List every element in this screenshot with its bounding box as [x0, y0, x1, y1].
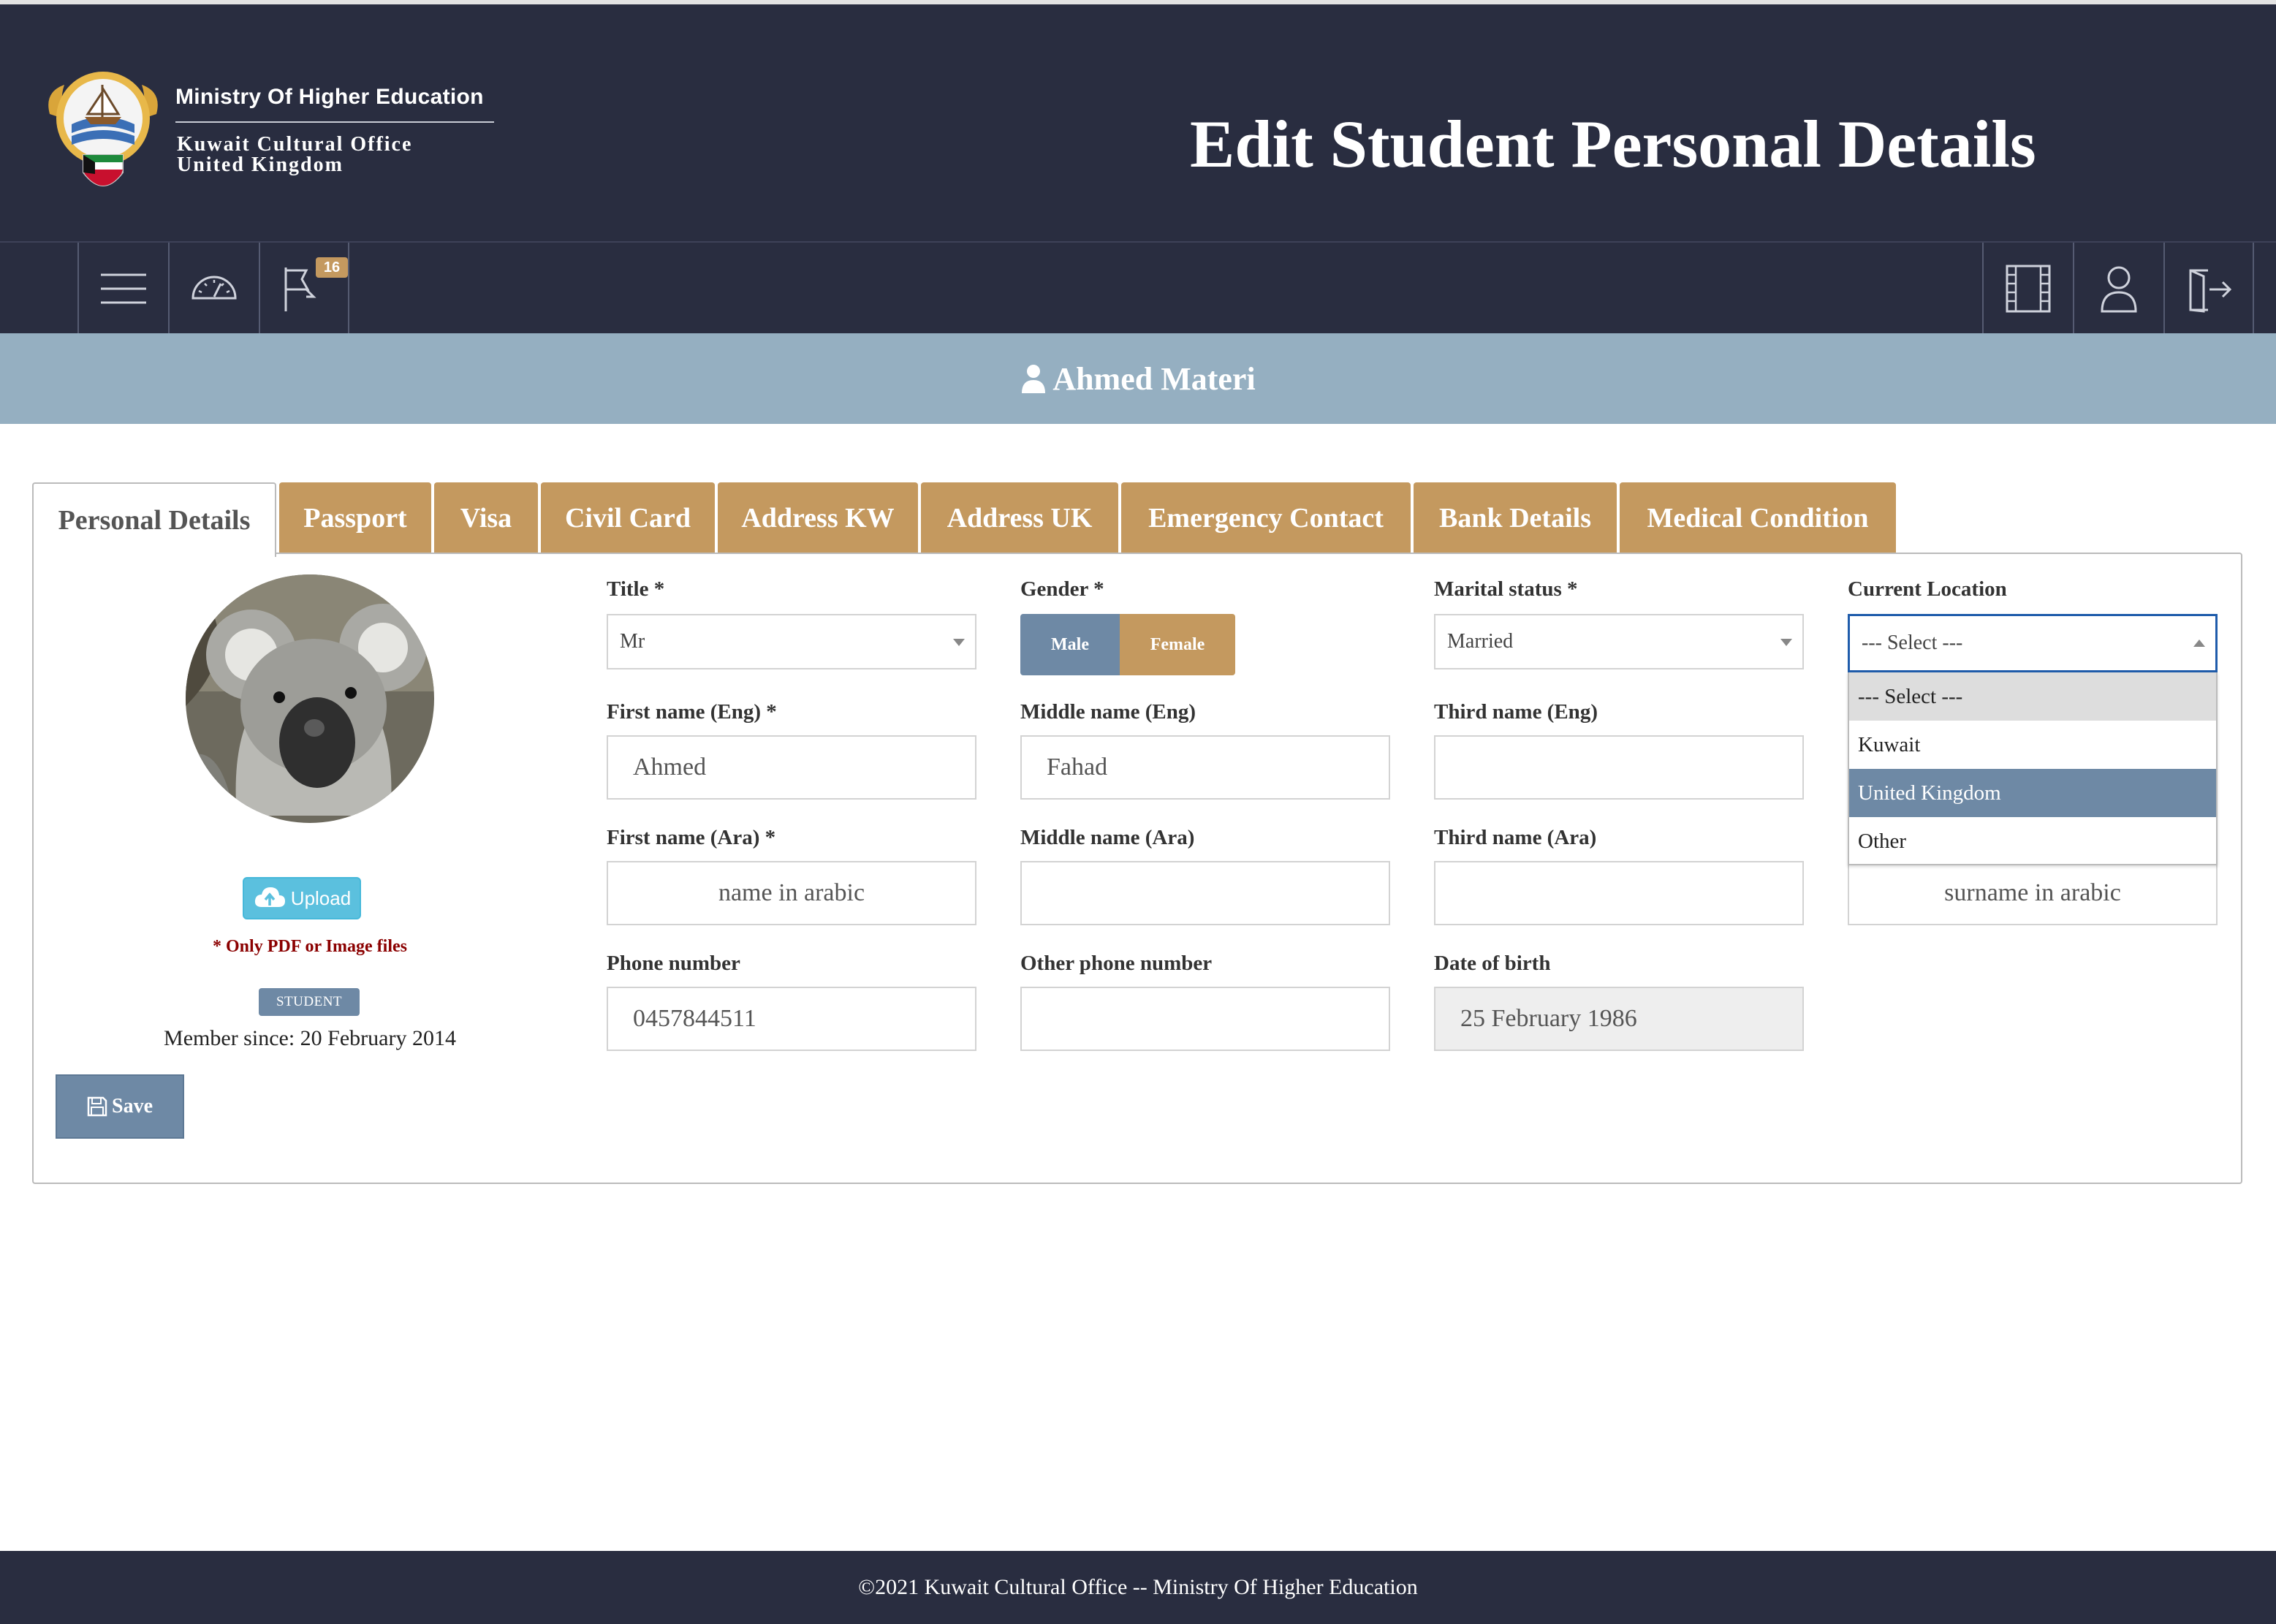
role-badge: STUDENT	[259, 988, 360, 1016]
third-name-ara-label: Third name (Ara)	[1434, 826, 1597, 849]
tab-emergency-contact[interactable]: Emergency Contact	[1121, 482, 1411, 554]
logout-button[interactable]	[2163, 243, 2254, 335]
tab-civil-card[interactable]: Civil Card	[541, 482, 715, 554]
ministry-name: Ministry Of Higher Education	[175, 85, 484, 109]
gender-toggle: Male Female	[1020, 614, 1235, 675]
student-name: Ahmed Materi	[1052, 360, 1256, 397]
toolbar	[0, 241, 2276, 335]
caret-up-icon	[2193, 640, 2205, 647]
koala-photo	[186, 574, 434, 823]
middle-name-eng-label: Middle name (Eng)	[1020, 700, 1196, 724]
marital-status-value: Married	[1447, 630, 1514, 653]
film-icon	[2006, 265, 2051, 313]
other-phone-label: Other phone number	[1020, 952, 1213, 975]
cloud-upload-icon	[254, 887, 285, 907]
tab-address-kw[interactable]: Address KW	[718, 482, 918, 554]
location-option-select[interactable]: --- Select ---	[1849, 672, 2216, 721]
phone-number-input[interactable]: 0457844511	[607, 987, 976, 1051]
title-select[interactable]: Mr	[607, 614, 976, 669]
kuwait-emblem-logo	[48, 72, 158, 186]
dashboard-gauge-icon	[191, 276, 237, 300]
tab-passport[interactable]: Passport	[279, 482, 431, 554]
marital-status-select[interactable]: Married	[1434, 614, 1804, 669]
tab-medical-condition[interactable]: Medical Condition	[1620, 482, 1896, 554]
dashboard-button[interactable]	[168, 243, 259, 335]
gender-male-button[interactable]: Male	[1020, 614, 1120, 675]
gender-label: Gender *	[1020, 577, 1104, 601]
menu-icon	[101, 273, 146, 304]
location-option-kuwait[interactable]: Kuwait	[1849, 721, 2216, 769]
footer-copyright: ©2021 Kuwait Cultural Office -- Ministry…	[858, 1575, 1418, 1599]
first-name-ara-input[interactable]: name in arabic	[607, 861, 976, 925]
office-name: Kuwait Cultural Office United Kingdom	[177, 134, 412, 175]
logout-icon	[2189, 269, 2232, 313]
notification-count-badge: 16	[316, 257, 348, 278]
current-location-select[interactable]: --- Select ---	[1848, 614, 2218, 672]
profile-button[interactable]	[2073, 243, 2163, 335]
tab-address-uk[interactable]: Address UK	[921, 482, 1118, 554]
third-name-eng-label: Third name (Eng)	[1434, 700, 1598, 724]
first-name-eng-label: First name (Eng) *	[607, 700, 777, 724]
location-option-united-kingdom[interactable]: United Kingdom	[1849, 769, 2216, 817]
middle-name-ara-label: Middle name (Ara)	[1020, 826, 1195, 849]
third-name-eng-input[interactable]	[1434, 735, 1804, 800]
date-of-birth-label: Date of birth	[1434, 952, 1551, 975]
page-footer: ©2021 Kuwait Cultural Office -- Ministry…	[0, 1551, 2276, 1624]
surname-ara-input[interactable]: surname in arabic	[1848, 861, 2218, 925]
floppy-disk-icon	[87, 1096, 107, 1117]
first-name-ara-label: First name (Ara) *	[607, 826, 776, 849]
phone-number-label: Phone number	[607, 952, 740, 975]
person-icon	[1022, 365, 1046, 393]
tab-bank-details[interactable]: Bank Details	[1414, 482, 1617, 554]
gender-female-button[interactable]: Female	[1120, 614, 1235, 675]
location-option-other[interactable]: Other	[1849, 817, 2216, 865]
notifications-button[interactable]	[259, 243, 349, 335]
tab-personal-details[interactable]: Personal Details	[32, 482, 276, 557]
caret-down-icon	[1780, 639, 1792, 646]
current-location-value: --- Select ---	[1862, 631, 1963, 654]
office-name-line-2: United Kingdom	[177, 153, 344, 176]
title-value: Mr	[620, 630, 645, 653]
tab-visa[interactable]: Visa	[434, 482, 538, 554]
office-name-line-1: Kuwait Cultural Office	[177, 133, 413, 156]
save-label: Save	[112, 1095, 153, 1118]
file-type-note: * Only PDF or Image files	[213, 937, 407, 956]
upload-button[interactable]: Upload	[243, 877, 361, 919]
logo-divider	[175, 121, 494, 123]
menu-button[interactable]	[77, 243, 168, 335]
page-header: Ministry Of Higher Education Kuwait Cult…	[0, 0, 2276, 241]
user-bar: Ahmed Materi	[0, 333, 2276, 424]
date-of-birth-input[interactable]: 25 February 1986	[1434, 987, 1804, 1051]
caret-down-icon	[953, 639, 965, 646]
student-avatar	[186, 574, 434, 823]
media-button[interactable]	[1982, 243, 2073, 335]
first-name-eng-input[interactable]: Ahmed	[607, 735, 976, 800]
middle-name-eng-input[interactable]: Fahad	[1020, 735, 1390, 800]
current-location-dropdown: --- Select --- Kuwait United Kingdom Oth…	[1848, 672, 2218, 865]
member-since: Member since: 20 February 2014	[164, 1026, 456, 1050]
current-location-label: Current Location	[1848, 577, 2007, 601]
upload-label: Upload	[290, 887, 352, 909]
other-phone-input[interactable]	[1020, 987, 1390, 1051]
user-icon	[2101, 266, 2137, 313]
marital-status-label: Marital status *	[1434, 577, 1578, 601]
title-label: Title *	[607, 577, 665, 601]
middle-name-ara-input[interactable]	[1020, 861, 1390, 925]
save-button[interactable]: Save	[56, 1074, 184, 1139]
page-title: Edit Student Personal Details	[1190, 107, 2036, 181]
third-name-ara-input[interactable]	[1434, 861, 1804, 925]
